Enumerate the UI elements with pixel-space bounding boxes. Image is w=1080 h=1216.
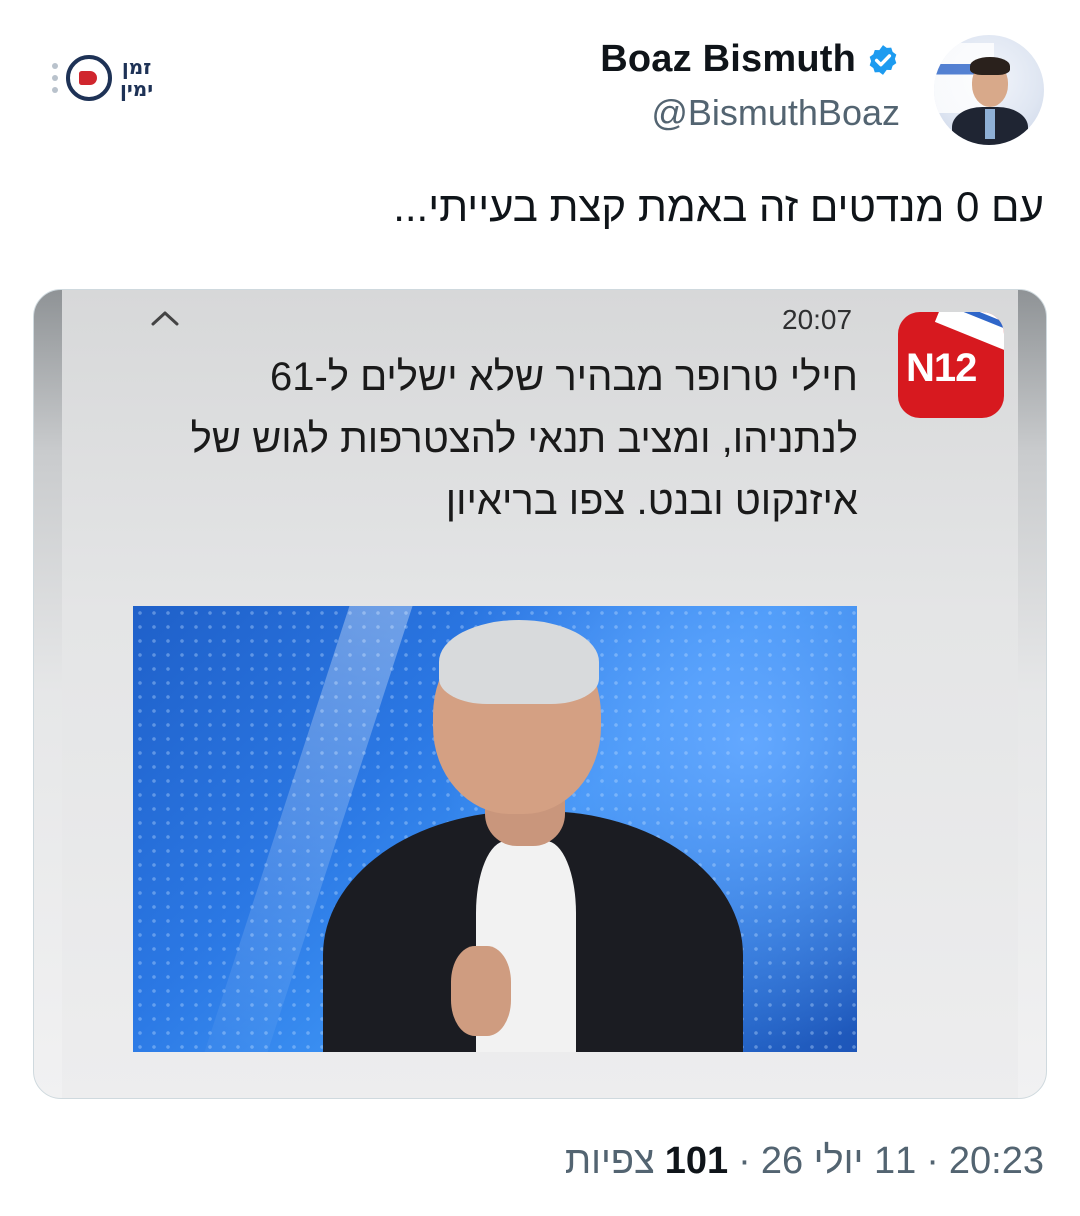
author-handle[interactable]: @BismuthBoaz (651, 92, 900, 134)
notification-headline: חילי טרופר מבהיר שלא ישלים ל-61 לנתניהו,… (190, 355, 858, 523)
tweet-meta: 20:23 · 11 יולי 26 · 101 צפיות (565, 1140, 1044, 1183)
views-label: צפיות (564, 1140, 655, 1182)
tweet-time[interactable]: 20:23 (949, 1140, 1044, 1183)
dots-menu-icon[interactable] (52, 63, 58, 93)
megaphone-clock-icon (66, 55, 112, 101)
embedded-image-card[interactable]: 20:07 N12 חילי טרופר מבהיר שלא ישלים ל-6… (33, 289, 1047, 1099)
n12-app-icon: N12 (898, 312, 1004, 418)
watermark-line2: ימין (120, 77, 154, 101)
chevron-up-icon (151, 311, 179, 326)
notification-screenshot: 20:07 N12 חילי טרופר מבהיר שלא ישלים ל-6… (62, 290, 1018, 1098)
watermark-text: זמן ימין (120, 56, 153, 100)
notification-time: 20:07 (782, 304, 853, 335)
news-photo (133, 606, 857, 1052)
watermark-logo: זמן ימין (52, 55, 153, 101)
tweet-text: עם 0 מנדטים זה באמת קצת בעייתי... (393, 183, 1044, 230)
tweet-page: זמן ימין Boaz Bismuth @BismuthBoaz עם 0 … (0, 0, 1080, 1216)
avatar[interactable] (934, 35, 1044, 145)
views-count: 101 (664, 1140, 729, 1182)
meta-separator: · (926, 1140, 939, 1182)
watermark-line1: זמן (121, 55, 152, 79)
tweet-date[interactable]: 11 יולי 26 (761, 1140, 916, 1183)
meta-separator: · (738, 1140, 751, 1182)
display-name[interactable]: Boaz Bismuth (600, 38, 856, 81)
verified-badge-icon (869, 44, 897, 75)
n12-label: N12 (906, 346, 977, 390)
author-name-row[interactable]: Boaz Bismuth (600, 38, 900, 81)
